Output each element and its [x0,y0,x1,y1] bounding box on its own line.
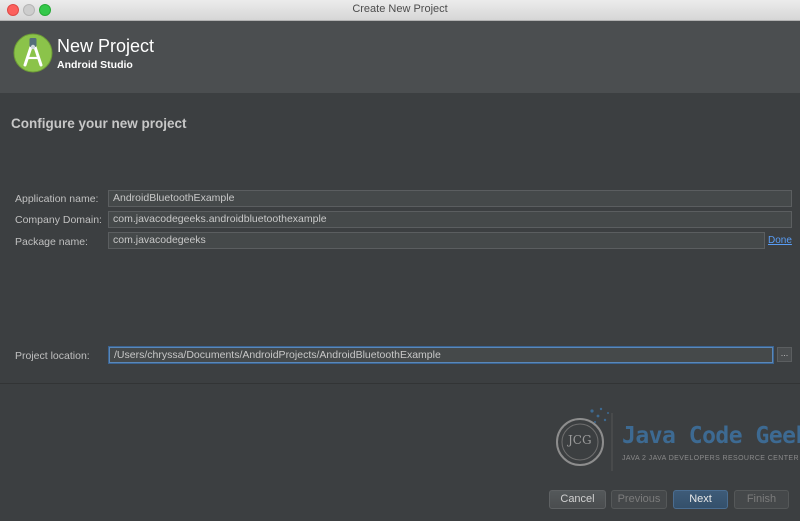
package-name-input[interactable]: com.javacodegeeks [108,232,765,249]
company-domain-label: Company Domain: [15,214,102,226]
title-bar: Create New Project [0,0,800,21]
finish-button[interactable]: Finish [734,490,789,509]
application-name-label: Application name: [15,193,99,205]
next-button[interactable]: Next [673,490,728,509]
project-location-input[interactable]: /Users/chryssa/Documents/AndroidProjects… [109,347,773,363]
android-studio-logo-icon [13,33,53,73]
jcg-name: Java Code Geeks [622,423,800,449]
project-location-label: Project location: [15,350,90,362]
header-banner: New Project Android Studio [0,21,800,93]
section-title: Configure your new project [11,116,187,131]
browse-location-button[interactable]: ... [777,347,792,362]
application-name-input[interactable]: AndroidBluetoothExample [108,190,792,207]
window-title: Create New Project [352,3,448,15]
header-subtitle: Android Studio [57,59,133,71]
previous-button[interactable]: Previous [611,490,667,509]
jcg-tagline: JAVA 2 JAVA DEVELOPERS RESOURCE CENTER [622,455,799,462]
divider [0,383,800,384]
company-domain-input[interactable]: com.javacodegeeks.androidbluetoothexampl… [108,211,792,228]
header-title: New Project [57,36,155,56]
cancel-button[interactable]: Cancel [549,490,606,509]
jcg-initials: JCG [568,433,592,447]
package-name-label: Package name: [15,236,88,248]
package-name-done-link[interactable]: Done [768,235,792,246]
create-project-window: Create New Project New Project Android S… [0,0,800,521]
